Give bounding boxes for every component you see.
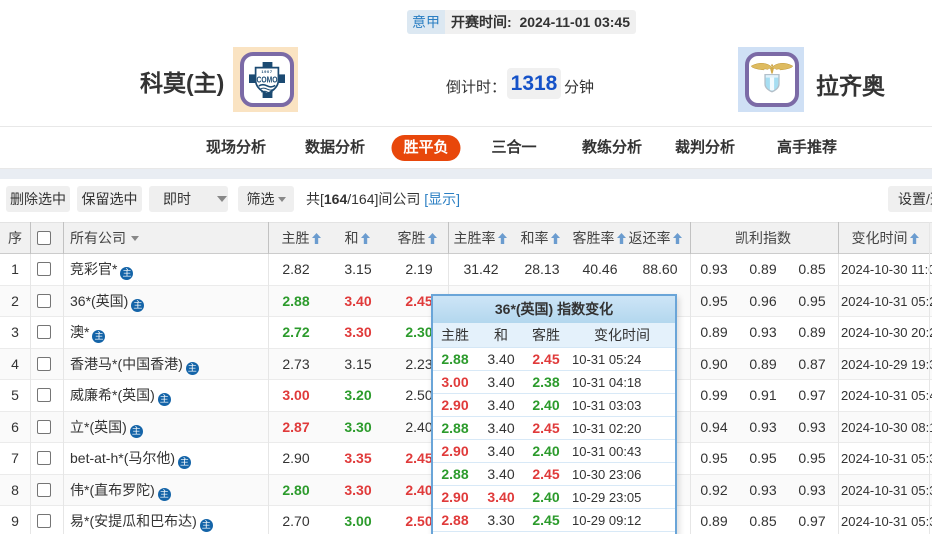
svg-text:COMO: COMO <box>257 74 278 84</box>
svg-text:1907: 1907 <box>261 68 272 73</box>
